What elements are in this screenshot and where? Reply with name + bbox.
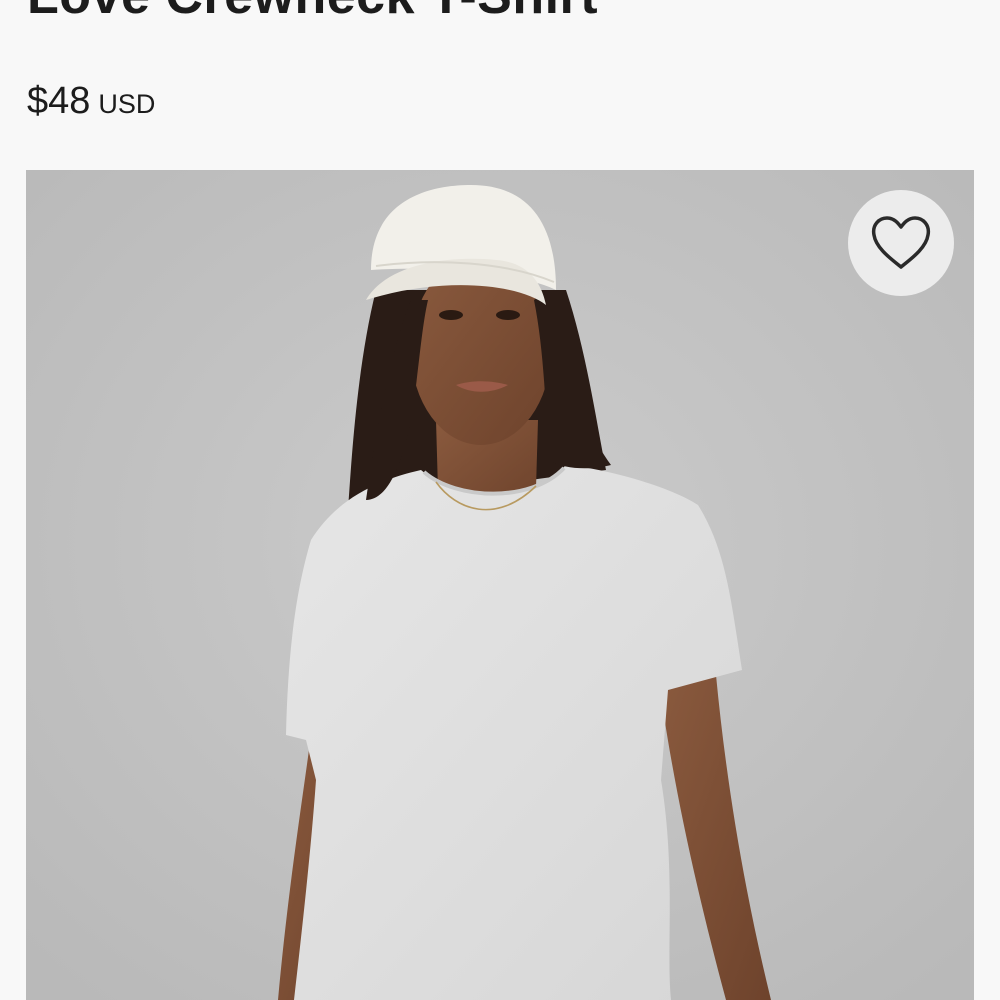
model-photo-illustration [26, 170, 974, 1000]
price-row: $48 USD [27, 76, 155, 126]
price-currency: USD [98, 89, 156, 119]
product-page: Love Crewneck T-Shirt $48 USD [0, 0, 1000, 1000]
product-title: Love Crewneck T-Shirt [27, 0, 598, 26]
product-image[interactable] [26, 170, 974, 1000]
wishlist-button[interactable] [848, 190, 954, 296]
price-amount: $48 [27, 80, 91, 122]
heart-outline-icon [871, 216, 931, 269]
